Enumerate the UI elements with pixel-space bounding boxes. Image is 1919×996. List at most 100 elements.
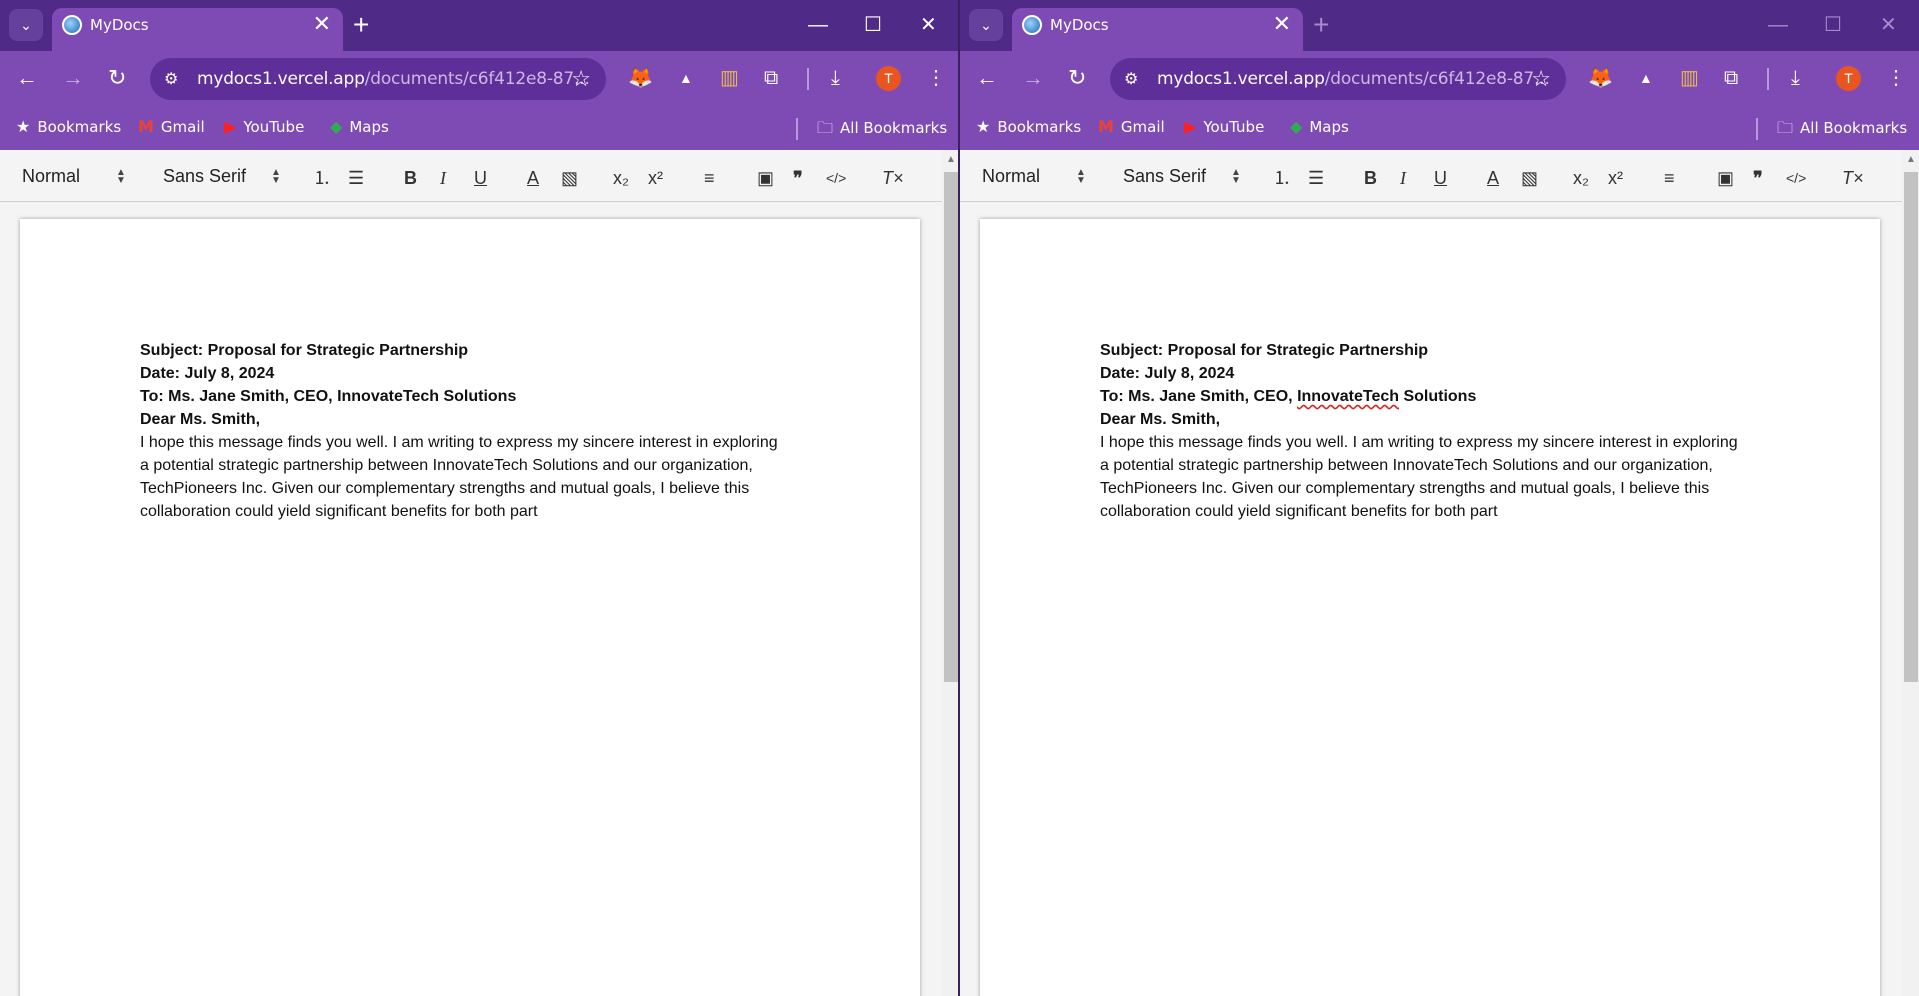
text-style-select[interactable]: Normal ▲ ▼ xyxy=(982,166,1090,187)
bookmark-item-gmail[interactable]: M Gmail xyxy=(138,117,205,136)
reload-icon[interactable]: ↻ xyxy=(108,63,126,93)
tab-search-button[interactable]: ⌄ xyxy=(969,9,1003,41)
back-arrow-icon[interactable]: ← xyxy=(976,63,998,93)
image-icon[interactable]: ▣ xyxy=(1717,166,1734,190)
ordered-list-icon[interactable]: ⒈ xyxy=(1273,166,1291,190)
document-page[interactable]: Subject: Proposal for Strategic Partners… xyxy=(980,219,1880,996)
code-block-icon[interactable]: </> xyxy=(1786,166,1806,190)
highlight-color-icon[interactable]: ▧ xyxy=(561,166,578,190)
tab-close-icon[interactable]: ✕ xyxy=(313,12,331,36)
tab-search-button[interactable]: ⌄ xyxy=(9,9,43,41)
forward-arrow-icon[interactable]: → xyxy=(62,63,84,93)
menu-kebab-icon[interactable]: ⋮ xyxy=(1886,66,1906,90)
blockquote-icon[interactable]: ❞ xyxy=(793,166,803,190)
address-bar[interactable]: ⚙ mydocs1.vercel.app/documents/c6f412e8-… xyxy=(1110,58,1566,100)
bookmark-item-maps[interactable]: ◆ Maps xyxy=(330,117,389,136)
all-bookmarks-button[interactable]: 🗀 All Bookmarks xyxy=(1777,117,1907,144)
select-arrows-icon: ▲ ▼ xyxy=(271,167,281,186)
extension-caret-icon[interactable]: ▲ xyxy=(1639,66,1653,90)
italic-icon[interactable]: I xyxy=(1400,166,1406,190)
chart-extension-icon[interactable]: ▥ xyxy=(1680,66,1699,90)
all-bookmarks-button[interactable]: 🗀 All Bookmarks xyxy=(817,117,947,144)
site-info-icon[interactable]: ⚙ xyxy=(164,69,178,89)
metamask-fox-icon[interactable]: 🦊 xyxy=(1588,66,1613,90)
text-color-icon[interactable]: A xyxy=(527,166,539,190)
ordered-list-icon[interactable]: ⒈ xyxy=(313,166,331,190)
bold-icon[interactable]: B xyxy=(404,166,417,190)
subscript-icon[interactable]: x₂ xyxy=(1573,166,1589,190)
highlight-color-icon[interactable]: ▧ xyxy=(1521,166,1538,190)
superscript-icon[interactable]: x² xyxy=(1608,166,1623,190)
underline-icon[interactable]: U xyxy=(1434,166,1447,190)
metamask-fox-icon[interactable]: 🦊 xyxy=(628,66,653,90)
bullet-list-icon[interactable]: ☰ xyxy=(1308,166,1324,190)
forward-arrow-icon[interactable]: → xyxy=(1022,63,1044,93)
downloads-icon[interactable]: ⤓ xyxy=(1791,66,1800,90)
downloads-icon[interactable]: ⤓ xyxy=(831,66,840,90)
minimize-button[interactable]: — xyxy=(1768,13,1788,37)
code-block-icon[interactable]: </> xyxy=(826,166,846,190)
bookmark-item-bookmarks[interactable]: ★ Bookmarks xyxy=(976,117,1081,136)
italic-icon[interactable]: I xyxy=(440,166,446,190)
maximize-button[interactable]: ☐ xyxy=(1824,13,1842,37)
address-bar[interactable]: ⚙ mydocs1.vercel.app/documents/c6f412e8-… xyxy=(150,58,606,100)
bookmark-item-youtube[interactable]: ▶ YouTube xyxy=(1184,117,1264,136)
bookmark-star-icon[interactable]: ☆ xyxy=(1531,66,1551,92)
page-content: Normal ▲ ▼ Sans Serif ▲ ▼ ⒈ ☰ B I U A ▧ x₂ x… xyxy=(0,150,960,996)
bookmark-item-youtube[interactable]: ▶ YouTube xyxy=(224,117,304,136)
maximize-button[interactable]: ☐ xyxy=(864,13,882,37)
tab-close-icon[interactable]: ✕ xyxy=(1273,12,1291,36)
document-page[interactable]: Subject: Proposal for Strategic Partners… xyxy=(20,219,920,996)
bold-icon[interactable]: B xyxy=(1364,166,1377,190)
font-family-select[interactable]: Sans Serif ▲ ▼ xyxy=(163,166,283,187)
new-tab-button[interactable]: + xyxy=(353,11,369,39)
document-body[interactable]: Subject: Proposal for Strategic Partners… xyxy=(1100,339,1740,523)
subscript-icon[interactable]: x₂ xyxy=(613,166,629,190)
url-text: mydocs1.vercel.app/documents/c6f412e8-87… xyxy=(1157,69,1550,89)
bookmark-item-maps[interactable]: ◆ Maps xyxy=(1290,117,1349,136)
tab-mydocs[interactable]: MyDocs ✕ xyxy=(1012,8,1303,51)
bullet-list-icon[interactable]: ☰ xyxy=(348,166,364,190)
bookmark-label: Maps xyxy=(349,118,389,136)
back-arrow-icon[interactable]: ← xyxy=(16,63,38,93)
close-window-button[interactable]: ✕ xyxy=(920,13,937,37)
close-window-button[interactable]: ✕ xyxy=(1880,13,1897,37)
bookmark-star-icon[interactable]: ☆ xyxy=(571,66,591,92)
scroll-up-icon[interactable]: ▲ xyxy=(946,154,956,165)
tab-mydocs[interactable]: MyDocs ✕ xyxy=(52,8,343,51)
bookmark-label: YouTube xyxy=(243,118,305,136)
browser-toolbar: ← → ↻ ⚙ mydocs1.vercel.app/documents/c6f… xyxy=(0,51,960,106)
date-line: Date: July 8, 2024 xyxy=(1100,365,1235,382)
scroll-up-icon[interactable]: ▲ xyxy=(1906,154,1916,165)
clear-format-icon[interactable]: T× xyxy=(1842,166,1864,190)
align-icon[interactable]: ≡ xyxy=(1664,166,1675,190)
menu-kebab-icon[interactable]: ⋮ xyxy=(926,66,946,90)
profile-avatar[interactable]: T xyxy=(876,66,901,91)
extensions-puzzle-icon[interactable]: ⧉ xyxy=(764,66,778,90)
bookmark-item-bookmarks[interactable]: ★ Bookmarks xyxy=(16,117,121,136)
blockquote-icon[interactable]: ❞ xyxy=(1753,166,1763,190)
text-style-select[interactable]: Normal ▲ ▼ xyxy=(22,166,130,187)
chart-extension-icon[interactable]: ▥ xyxy=(720,66,739,90)
document-body[interactable]: Subject: Proposal for Strategic Partners… xyxy=(140,339,780,523)
extensions-puzzle-icon[interactable]: ⧉ xyxy=(1724,66,1738,90)
scrollbar-thumb[interactable] xyxy=(1904,172,1918,682)
profile-avatar[interactable]: T xyxy=(1836,66,1861,91)
spellcheck-flagged-word[interactable]: InnovateTech xyxy=(1297,388,1399,405)
minimize-button[interactable]: — xyxy=(808,13,828,37)
superscript-icon[interactable]: x² xyxy=(648,166,663,190)
vertical-scrollbar[interactable]: ▲ xyxy=(1902,150,1919,996)
text-color-icon[interactable]: A xyxy=(1487,166,1499,190)
site-info-icon[interactable]: ⚙ xyxy=(1124,69,1138,89)
align-icon[interactable]: ≡ xyxy=(704,166,715,190)
underline-icon[interactable]: U xyxy=(474,166,487,190)
new-tab-button[interactable]: + xyxy=(1313,11,1329,39)
image-icon[interactable]: ▣ xyxy=(757,166,774,190)
url-path: /documents/c6f412e8-87... xyxy=(364,69,590,89)
clear-format-icon[interactable]: T× xyxy=(882,166,904,190)
reload-icon[interactable]: ↻ xyxy=(1068,63,1086,93)
scrollbar-thumb[interactable] xyxy=(944,172,958,682)
font-family-select[interactable]: Sans Serif ▲ ▼ xyxy=(1123,166,1243,187)
extension-caret-icon[interactable]: ▲ xyxy=(679,66,693,90)
bookmark-item-gmail[interactable]: M Gmail xyxy=(1098,117,1165,136)
